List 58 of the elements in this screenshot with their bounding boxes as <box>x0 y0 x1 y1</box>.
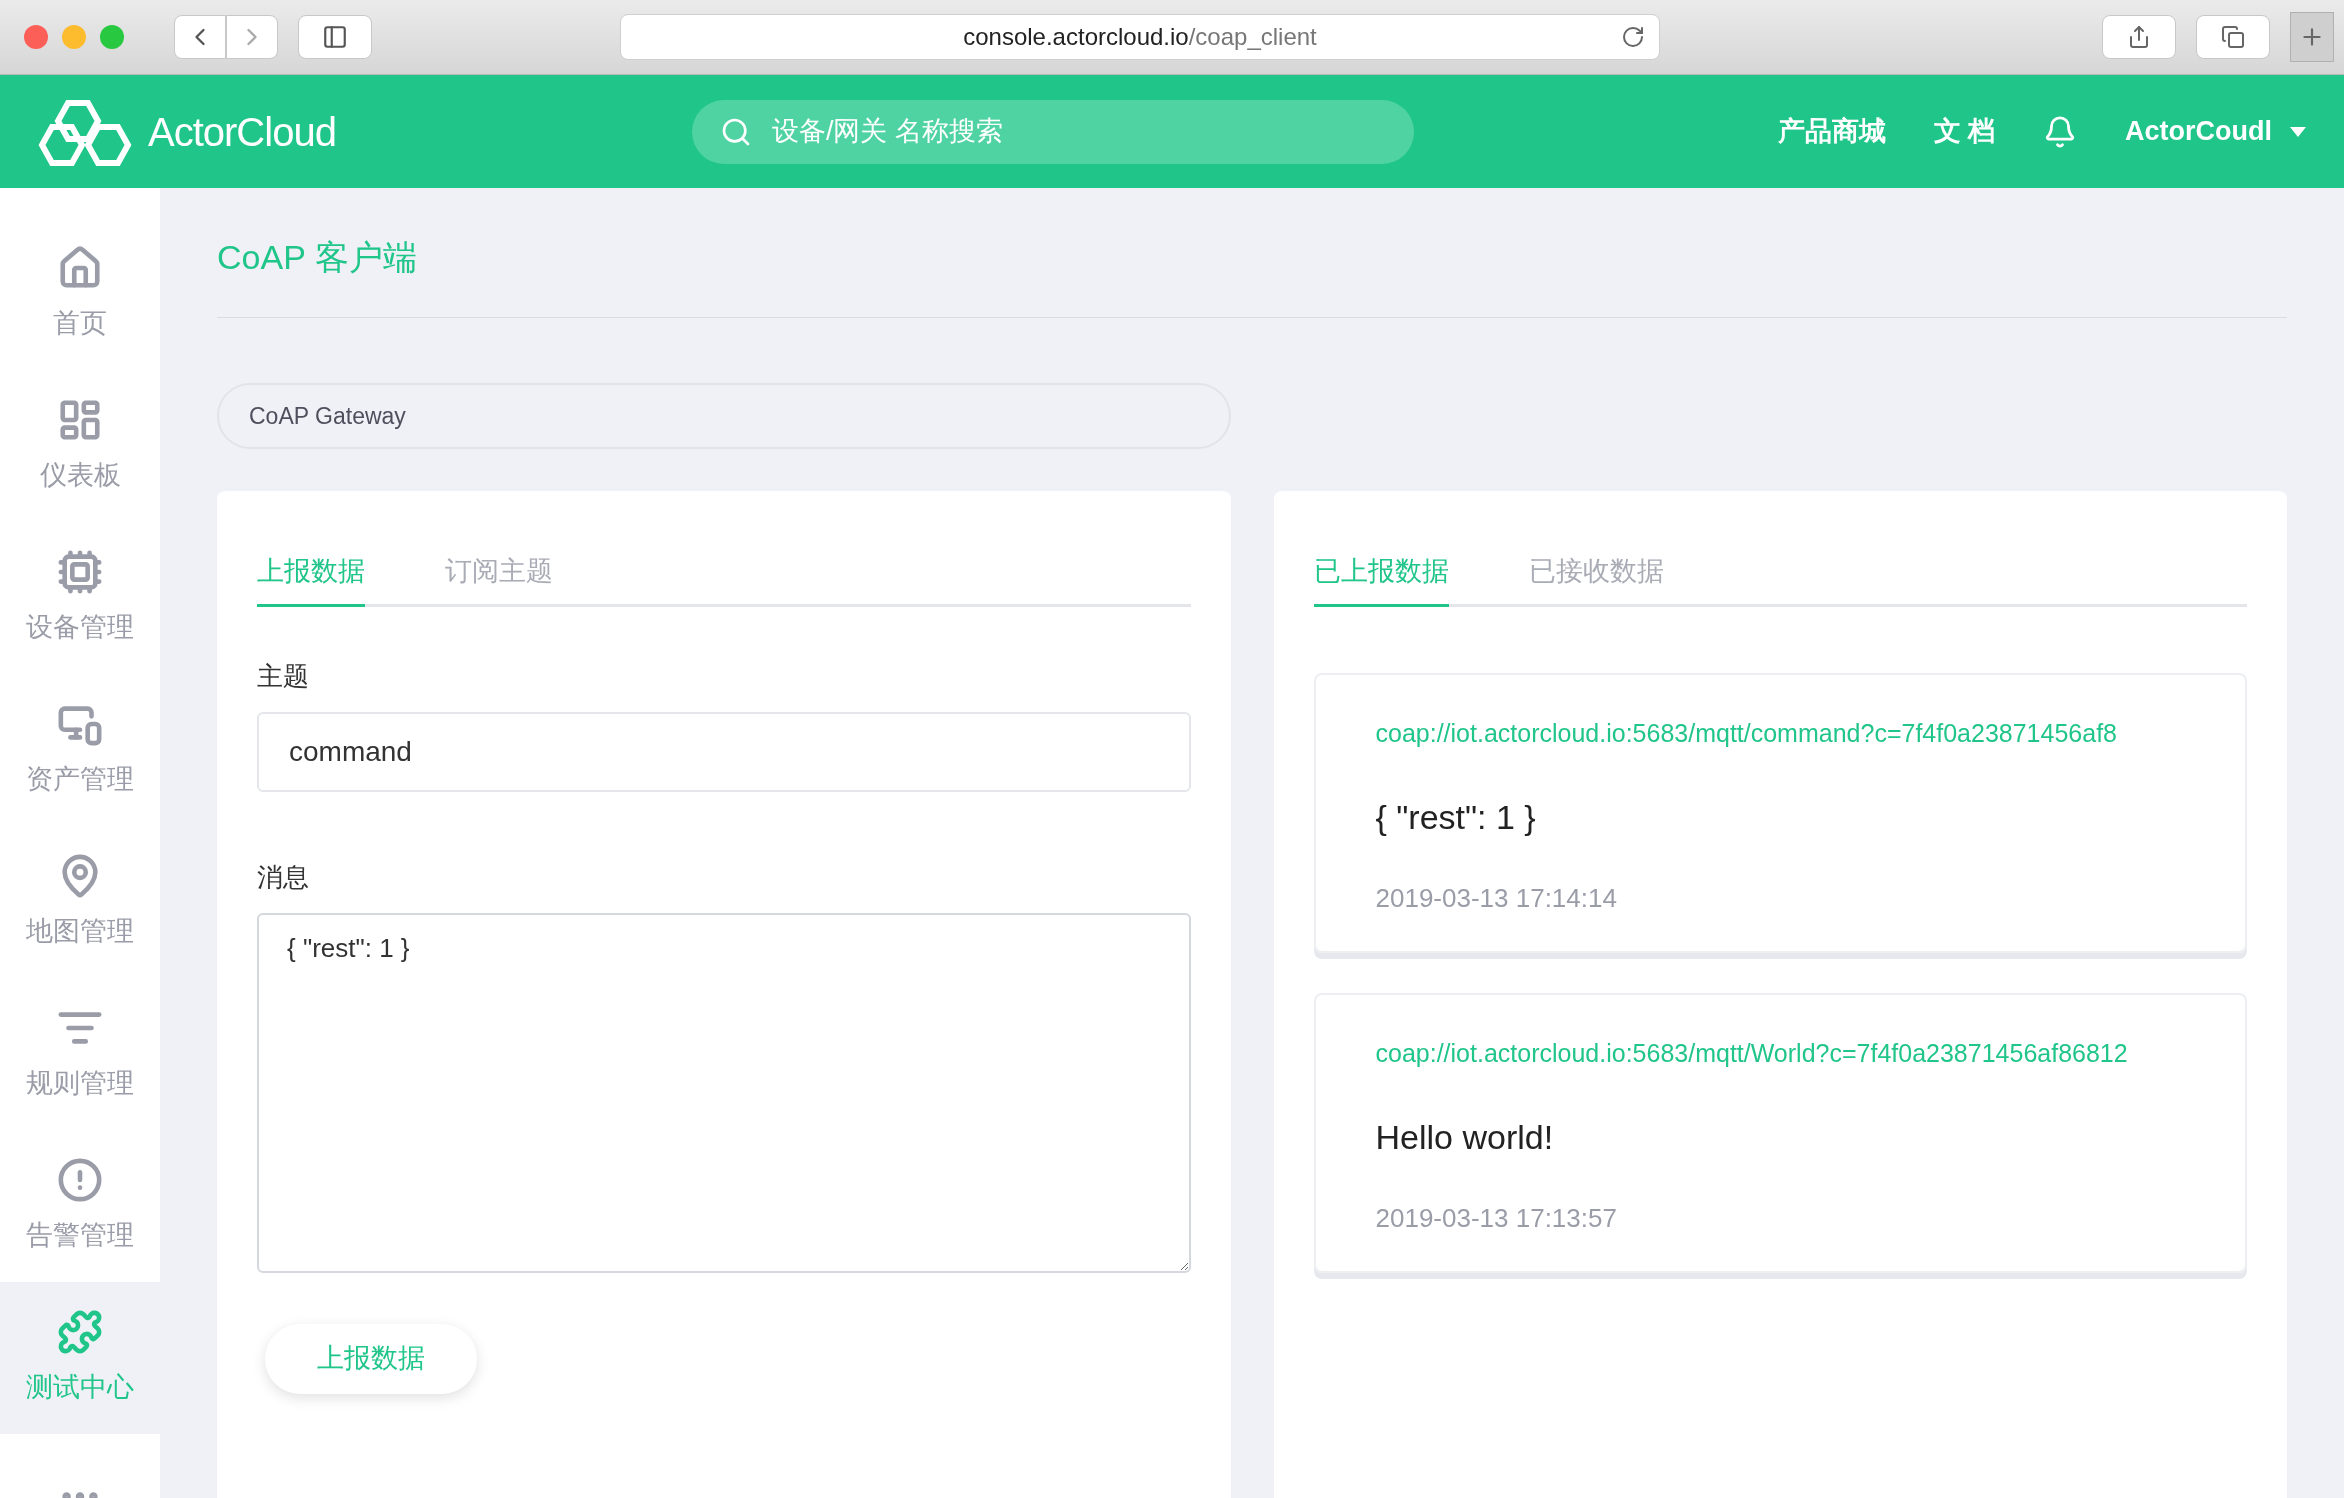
sidebar-icon <box>322 24 348 50</box>
sidebar-item[interactable]: 地图管理 <box>0 826 160 978</box>
tab[interactable]: 上报数据 <box>257 551 365 607</box>
record-payload: Hello world! <box>1375 1117 1555 1158</box>
sidebar-label: 仪表板 <box>39 458 121 492</box>
sidebar-item[interactable]: 仪表板 <box>0 370 160 522</box>
record-time: 2019-03-13 17:13:57 <box>1375 1202 1618 1235</box>
sidebar-label: 测试中心 <box>26 1370 134 1404</box>
home-icon <box>57 244 103 291</box>
tabs-overview-button[interactable] <box>2196 15 2270 59</box>
address-bar[interactable]: console.actorcloud.io/coap_client <box>620 14 1660 60</box>
sidebar-label: 告警管理 <box>26 1218 134 1252</box>
share-icon <box>2127 25 2151 49</box>
chip-icon <box>57 548 103 595</box>
new-tab-button[interactable] <box>2290 12 2334 62</box>
sidebar-item[interactable]: 首页 <box>0 218 160 370</box>
message-field[interactable]: { "rest": 1 } <box>257 912 1191 1273</box>
puzzle-icon <box>57 1308 103 1355</box>
sidebar-label: 首页 <box>53 306 107 340</box>
record-time: 2019-03-13 17:14:14 <box>1375 882 1618 915</box>
tabs-icon <box>2221 25 2245 49</box>
sidebar-label: 资产管理 <box>26 762 134 796</box>
sidebar-item[interactable]: 告警管理 <box>0 1130 160 1282</box>
back-button[interactable] <box>174 15 226 59</box>
tab[interactable]: 已上报数据 <box>1313 551 1449 607</box>
nav-link[interactable]: 文 档 <box>1933 111 1995 152</box>
forward-button[interactable] <box>226 15 278 59</box>
maximize-window-button[interactable] <box>100 25 124 49</box>
field-label: 主题 <box>257 659 310 693</box>
sidebar-item[interactable]: 测试中心 <box>0 1282 160 1434</box>
reload-icon[interactable] <box>1621 25 1645 49</box>
sidebar-label: 设备管理 <box>26 610 134 644</box>
gateway-select[interactable]: CoAP Gateway <box>217 383 1231 449</box>
sidebar-label: 地图管理 <box>26 914 134 948</box>
record-url: coap://iot.actorcloud.io:5683/mqtt/World?c=7f4f0a23871456af86812 <box>1375 1037 2129 1069</box>
caret-icon <box>2290 126 2306 137</box>
nav-link[interactable]: 产品商城 <box>1777 111 1886 152</box>
search-field[interactable]: 设备/网关 名称搜索 <box>691 99 1414 164</box>
record-payload: { "rest": 1 } <box>1375 797 1537 838</box>
share-button[interactable] <box>2102 15 2176 59</box>
tab[interactable]: 已接收数据 <box>1528 551 1664 607</box>
page-title: CoAP 客户端 <box>217 237 417 278</box>
topic-field[interactable]: command <box>257 711 1191 792</box>
url-text: console.actorcloud.io/coap_client <box>963 22 1317 52</box>
close-window-button[interactable] <box>24 25 48 49</box>
sidebar-toggle-button[interactable] <box>298 15 372 59</box>
alert-icon <box>57 1156 103 1203</box>
submit-button[interactable]: 上报数据 <box>265 1323 477 1394</box>
sidebar-item[interactable]: 规则管理 <box>0 978 160 1130</box>
notification-bell-icon[interactable] <box>2043 114 2077 149</box>
user-menu[interactable]: ActorCoudl <box>2125 111 2306 152</box>
tab[interactable]: 订阅主题 <box>445 551 553 607</box>
sidebar-item[interactable]: 资产管理 <box>0 674 160 826</box>
sidebar-label: 规则管理 <box>26 1066 134 1100</box>
field-label: 消息 <box>257 860 310 894</box>
logo-text: ActorCloud <box>148 108 336 156</box>
sidebar-item[interactable]: 设备管理 <box>0 522 160 674</box>
record-url: coap://iot.actorcloud.io:5683/mqtt/command?c=7f4f0a23871456af8 <box>1375 717 2118 749</box>
